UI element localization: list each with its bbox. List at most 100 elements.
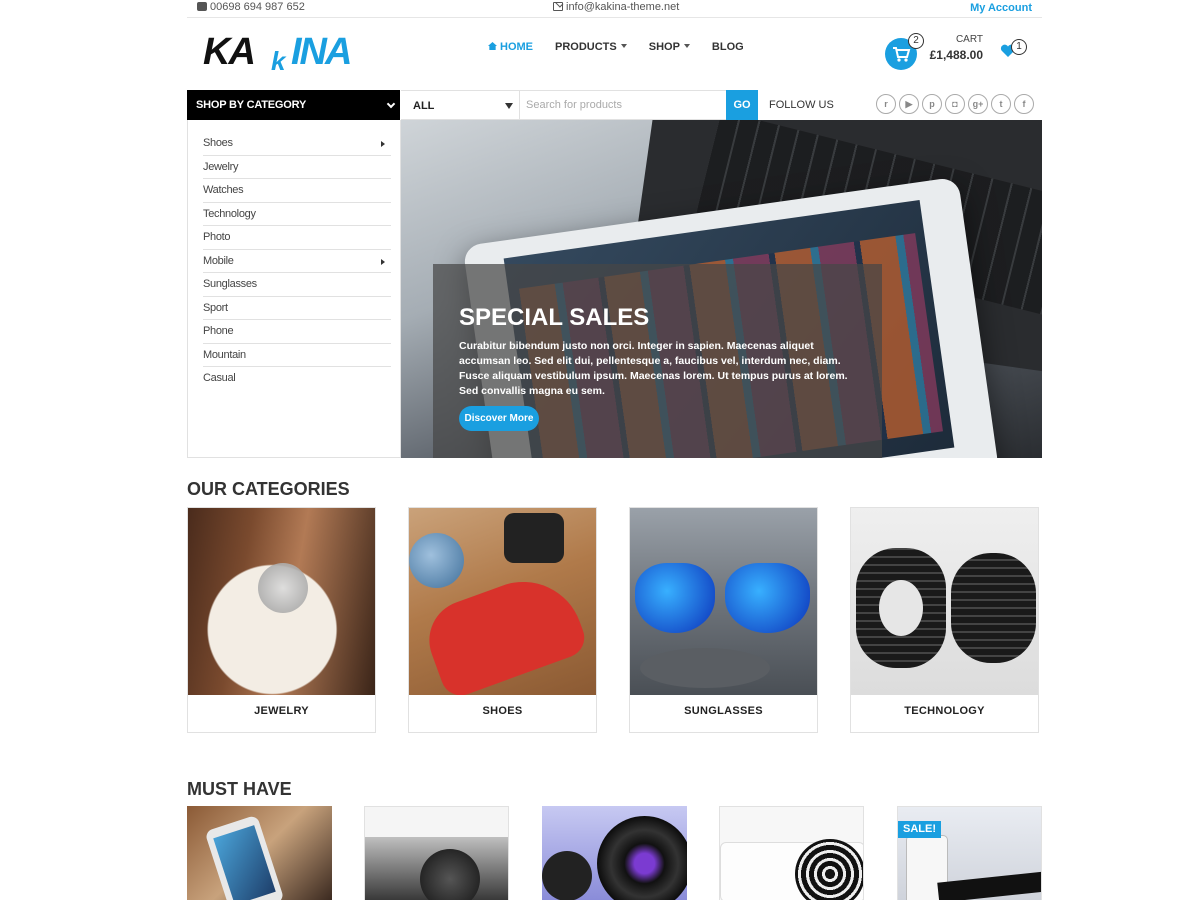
caret-down-icon: [683, 44, 690, 48]
nav-blog[interactable]: BLOG: [712, 41, 744, 57]
jewelry-image: [188, 508, 375, 695]
category-label: TECHNOLOGY: [904, 705, 985, 717]
sidebar-item-label: Photo: [203, 231, 231, 243]
category-select-value: ALL: [413, 100, 435, 112]
nav-shop-label: SHOP: [648, 41, 680, 53]
discover-more-button[interactable]: Discover More: [459, 406, 539, 431]
nav-shop[interactable]: SHOP: [649, 41, 690, 57]
mail-icon: [553, 2, 563, 11]
main-nav: HOME PRODUCTS SHOP BLOG: [488, 41, 766, 57]
camera-lens-shape: [420, 849, 480, 900]
sidebar-item-label: Phone: [203, 325, 234, 337]
sidebar-item-label: Casual: [203, 372, 236, 384]
category-select[interactable]: ALL: [401, 90, 520, 120]
product-card-camera[interactable]: [364, 806, 509, 900]
phone-number: 00698 694 987 652: [210, 1, 305, 13]
wishlist-count-badge: 1: [1011, 39, 1027, 55]
dropdown-arrow-icon: [505, 103, 513, 109]
white-camera-lens-shape: [795, 839, 863, 900]
google-plus-icon[interactable]: g+: [968, 94, 988, 114]
lens-right-shape: [725, 563, 810, 633]
category-list: Shoes Jewelry Watches Technology Photo M…: [203, 132, 391, 391]
sidebar-item-label: Technology: [203, 207, 256, 220]
lens-small-shape: [542, 851, 592, 900]
sidebar-item-mobile[interactable]: Mobile: [203, 250, 391, 273]
lens-left-shape: [635, 563, 715, 633]
technology-image: [851, 508, 1038, 695]
product-card-phone[interactable]: [187, 806, 332, 900]
facebook-icon[interactable]: f: [1014, 94, 1034, 114]
shop-by-category-label: SHOP BY CATEGORY: [196, 99, 307, 111]
cart-count-badge: 2: [908, 33, 924, 49]
nav-blog-label: BLOG: [711, 41, 744, 53]
phone-icon: [197, 2, 207, 11]
sidebar-item-label: Mobile: [203, 254, 234, 267]
category-label: SHOES: [482, 705, 523, 717]
nav-home-label: HOME: [500, 41, 533, 53]
nav-products[interactable]: PRODUCTS: [555, 41, 627, 57]
sidebar-item-label: Watches: [203, 184, 244, 196]
follow-us-label: FOLLOW US: [769, 99, 834, 111]
product-card-white-camera[interactable]: [719, 806, 864, 900]
sidebar-item-sunglasses[interactable]: Sunglasses: [203, 273, 391, 297]
sidebar-item-label: Shoes: [203, 137, 233, 149]
lens-shape: [597, 816, 687, 900]
social-links: r ▶ p ◘ g+ t f: [876, 94, 1034, 114]
lens-ring-right-shape: [951, 553, 1036, 663]
caret-right-icon: [381, 258, 385, 265]
cart-total[interactable]: £1,488.00: [920, 48, 983, 62]
sidebar-item-watches[interactable]: Watches: [203, 179, 391, 203]
sidebar-item-mountain[interactable]: Mountain: [203, 344, 391, 367]
top-bar: 00698 694 987 652 info@kakina-theme.net …: [187, 0, 1042, 18]
reddit-icon[interactable]: r: [876, 94, 896, 114]
nav-products-label: PRODUCTS: [555, 41, 617, 53]
caret-down-icon: [620, 44, 627, 48]
caret-right-icon: [381, 141, 385, 147]
dark-device-shape: [937, 871, 1041, 900]
phone-contact: 00698 694 987 652: [197, 1, 305, 13]
sidebar-item-jewelry[interactable]: Jewelry: [203, 156, 391, 179]
sock-shape: [504, 513, 564, 563]
search-go-button[interactable]: GO: [726, 90, 758, 120]
sale-badge: SALE!: [898, 821, 941, 838]
svg-text:k: k: [271, 46, 287, 72]
sidebar-item-technology[interactable]: Technology: [203, 203, 391, 226]
email-contact[interactable]: info@kakina-theme.net: [553, 1, 679, 13]
svg-text:INA: INA: [291, 31, 350, 72]
category-card-shoes[interactable]: SHOES: [408, 507, 597, 733]
home-icon: [488, 42, 497, 50]
sidebar-item-label: Jewelry: [203, 160, 239, 173]
twitter-icon[interactable]: t: [991, 94, 1011, 114]
must-have-title: MUST HAVE: [187, 779, 292, 799]
sidebar-item-sport[interactable]: Sport: [203, 297, 391, 320]
pinterest-icon[interactable]: p: [922, 94, 942, 114]
sidebar-item-label: Sport: [203, 301, 228, 314]
category-card-technology[interactable]: TECHNOLOGY: [850, 507, 1039, 733]
category-label: JEWELRY: [254, 705, 309, 717]
sidebar-item-photo[interactable]: Photo: [203, 226, 391, 250]
sidebar-item-shoes[interactable]: Shoes: [203, 132, 391, 156]
kakina-logo[interactable]: KA k INA: [203, 30, 385, 72]
cart-label: CART: [955, 34, 983, 45]
sunglasses-image: [630, 508, 817, 695]
category-card-jewelry[interactable]: JEWELRY: [187, 507, 376, 733]
basketball-shape: [409, 533, 464, 588]
sidebar-item-phone[interactable]: Phone: [203, 320, 391, 344]
case-shape: [640, 648, 770, 688]
sidebar-item-label: Mountain: [203, 348, 246, 361]
search-input[interactable]: [519, 90, 727, 120]
youtube-icon[interactable]: ▶: [899, 94, 919, 114]
my-account-link[interactable]: My Account: [970, 2, 1032, 14]
necklace-shape: [258, 563, 308, 613]
product-card-lens[interactable]: [542, 806, 687, 900]
email-address[interactable]: info@kakina-theme.net: [566, 1, 679, 13]
category-card-sunglasses[interactable]: SUNGLASSES: [629, 507, 818, 733]
instagram-icon[interactable]: ◘: [945, 94, 965, 114]
hero-title: SPECIAL SALES: [459, 304, 650, 331]
sidebar-item-casual[interactable]: Casual: [203, 367, 391, 391]
shop-by-category-toggle[interactable]: SHOP BY CATEGORY: [187, 90, 400, 120]
category-sidebar: Shoes Jewelry Watches Technology Photo M…: [187, 120, 401, 458]
nav-home[interactable]: HOME: [488, 41, 533, 57]
sidebar-item-label: Sunglasses: [203, 278, 257, 290]
lens-hole-shape: [879, 580, 923, 636]
